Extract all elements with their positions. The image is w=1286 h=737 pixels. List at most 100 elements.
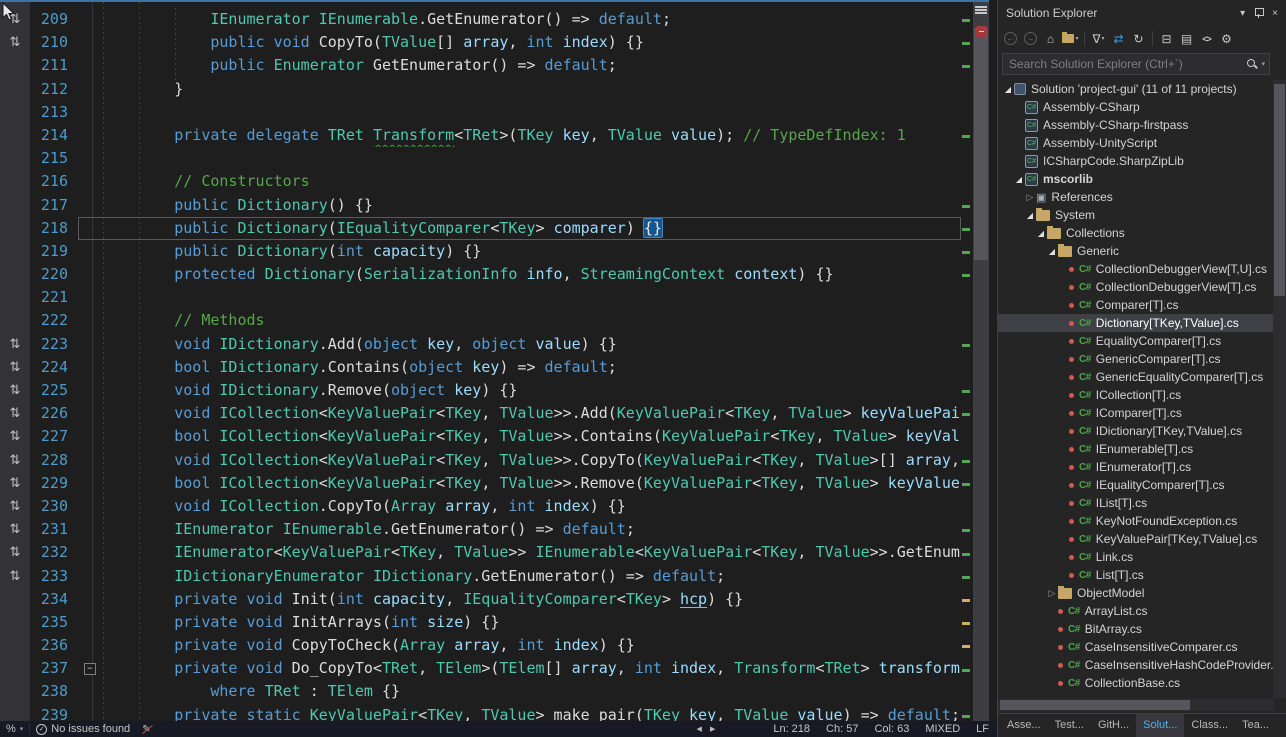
code-line-230[interactable]: ⇅230 void ICollection.CopyTo(Array array… xyxy=(0,495,989,518)
view-code-icon[interactable]: <> xyxy=(1198,30,1215,48)
override-arrows-icon[interactable]: ⇅ xyxy=(0,472,30,495)
tree-item[interactable]: C#Assembly-CSharp xyxy=(998,98,1274,116)
tree-item[interactable]: C#List[T].cs xyxy=(998,566,1274,584)
code-line-209[interactable]: ⇅209 IEnumerator IEnumerable.GetEnumerat… xyxy=(0,8,989,31)
code-line-213[interactable]: 213 xyxy=(0,101,989,124)
tree-item[interactable]: C#IComparer[T].cs xyxy=(998,404,1274,422)
tree-item[interactable]: C#Comparer[T].cs xyxy=(998,296,1274,314)
code-line-211[interactable]: 211 public Enumerator GetEnumerator() =>… xyxy=(0,54,989,77)
code-line-229[interactable]: ⇅229 bool ICollection<KeyValuePair<TKey,… xyxy=(0,472,989,495)
code-line-215[interactable]: 215 xyxy=(0,147,989,170)
code-line-216[interactable]: 216 // Constructors xyxy=(0,170,989,193)
override-arrows-icon[interactable]: ⇅ xyxy=(0,402,30,425)
back-icon[interactable]: ← xyxy=(1002,30,1019,48)
chevron-down-icon[interactable]: ▾ xyxy=(1240,8,1245,19)
expander-expanded-icon[interactable]: ◢ xyxy=(1013,175,1025,184)
code-line-236[interactable]: 236 private void CopyToCheck(Array array… xyxy=(0,634,989,657)
tree-item[interactable]: C#Dictionary[TKey,TValue].cs xyxy=(998,314,1274,332)
zoom-control[interactable]: % ▾ xyxy=(0,721,29,737)
editor-split-grip-icon[interactable] xyxy=(975,6,987,16)
tree-item[interactable]: C#CollectionDebuggerView[T].cs xyxy=(998,278,1274,296)
sync-active-document-icon[interactable]: ⇄ xyxy=(1110,30,1127,48)
expander-expanded-icon[interactable]: ◢ xyxy=(1024,211,1036,220)
override-arrows-icon[interactable]: ⇅ xyxy=(0,356,30,379)
tool-window-tab-6[interactable]: Tea... xyxy=(1235,714,1276,737)
edit-tracking-control[interactable]: ✎ xyxy=(136,721,156,737)
code-line-233[interactable]: ⇅233 IDictionaryEnumerator IDictionary.G… xyxy=(0,565,989,588)
code-line-210[interactable]: ⇅210 public void CopyTo(TValue[] array, … xyxy=(0,31,989,54)
code-line-226[interactable]: ⇅226 void ICollection<KeyValuePair<TKey,… xyxy=(0,402,989,425)
code-line-212[interactable]: 212 } xyxy=(0,78,989,101)
properties-icon[interactable]: ⚙ xyxy=(1218,30,1235,48)
eol-indicator[interactable]: LF xyxy=(976,723,989,735)
tree-item[interactable]: C#Assembly-CSharp-firstpass xyxy=(998,116,1274,134)
tool-window-tab-3[interactable]: GitH... xyxy=(1091,714,1136,737)
tree-item[interactable]: C#Link.cs xyxy=(998,548,1274,566)
scrollbar-thumb[interactable] xyxy=(1274,84,1285,296)
fold-collapse-icon[interactable]: − xyxy=(84,663,96,675)
override-arrows-icon[interactable]: ⇅ xyxy=(0,541,30,564)
panel-title-bar[interactable]: Solution Explorer ▾× xyxy=(998,0,1286,26)
tool-window-tab-5[interactable]: Class... xyxy=(1184,714,1235,737)
character-indicator[interactable]: Ch: 57 xyxy=(826,723,858,735)
status-nav-arrows[interactable]: ◀▶ xyxy=(697,725,716,733)
code-line-227[interactable]: ⇅227 bool ICollection<KeyValuePair<TKey,… xyxy=(0,425,989,448)
code-line-225[interactable]: ⇅225 void IDictionary.Remove(object key)… xyxy=(0,379,989,402)
document-health-indicator[interactable] xyxy=(976,26,987,37)
code-line-234[interactable]: 234 private void Init(int capacity, IEqu… xyxy=(0,588,989,611)
search-input[interactable] xyxy=(1003,57,1243,71)
code-line-232[interactable]: ⇅232 IEnumerator<KeyValuePair<TKey, TVal… xyxy=(0,541,989,564)
fold-margin[interactable]: − xyxy=(78,657,102,680)
code-line-224[interactable]: ⇅224 bool IDictionary.Contains(object ke… xyxy=(0,356,989,379)
tree-horizontal-scrollbar[interactable] xyxy=(998,699,1274,711)
override-arrows-icon[interactable]: ⇅ xyxy=(0,333,30,356)
home-icon[interactable]: ⌂ xyxy=(1042,30,1059,48)
code-line-228[interactable]: ⇅228 void ICollection<KeyValuePair<TKey,… xyxy=(0,449,989,472)
expander-expanded-icon[interactable]: ◢ xyxy=(1035,229,1047,238)
tree-item[interactable]: C#IEnumerator[T].cs xyxy=(998,458,1274,476)
code-line-218[interactable]: 218 public Dictionary(IEqualityComparer<… xyxy=(0,217,989,240)
tree-item[interactable]: C#ICollection[T].cs xyxy=(998,386,1274,404)
code-line-239[interactable]: 239 private static KeyValuePair<TKey, TV… xyxy=(0,704,989,721)
tree-item[interactable]: ◢System xyxy=(998,206,1274,224)
expander-collapsed-icon[interactable]: ▷ xyxy=(1046,588,1058,599)
tree-item[interactable]: C#CollectionBase.cs xyxy=(998,674,1274,692)
code-line-222[interactable]: 222 // Methods xyxy=(0,309,989,332)
tree-item[interactable]: C#IEnumerable[T].cs xyxy=(998,440,1274,458)
tree-item[interactable]: C#IList[T].cs xyxy=(998,494,1274,512)
tree-item[interactable]: C#EqualityComparer[T].cs xyxy=(998,332,1274,350)
collapse-all-icon[interactable]: ⊟ xyxy=(1158,30,1175,48)
tree-item[interactable]: ◢Generic xyxy=(998,242,1274,260)
code-editor[interactable]: ⇅209 IEnumerator IEnumerable.GetEnumerat… xyxy=(0,0,989,721)
tool-window-tab-1[interactable]: Asse... xyxy=(1000,714,1048,737)
line-indicator[interactable]: Ln: 218 xyxy=(773,723,810,735)
tree-item[interactable]: ◢Collections xyxy=(998,224,1274,242)
tree-item[interactable]: ▷ObjectModel xyxy=(998,584,1274,602)
override-arrows-icon[interactable]: ⇅ xyxy=(0,425,30,448)
search-box[interactable]: ▾ xyxy=(1002,53,1270,75)
tree-item[interactable]: C#CaseInsensitiveHashCodeProvider.cs xyxy=(998,656,1274,674)
expander-expanded-icon[interactable]: ◢ xyxy=(1002,85,1014,94)
override-arrows-icon[interactable]: ⇅ xyxy=(0,495,30,518)
override-arrows-icon[interactable]: ⇅ xyxy=(0,565,30,588)
tree-item[interactable]: ◢Solution 'project-gui' (11 of 11 projec… xyxy=(998,80,1274,98)
filter-icon[interactable]: ∇▾ xyxy=(1090,30,1107,48)
tree-item[interactable]: C#KeyValuePair[TKey,TValue].cs xyxy=(998,530,1274,548)
code-line-220[interactable]: 220 protected Dictionary(SerializationIn… xyxy=(0,263,989,286)
code-line-221[interactable]: 221 xyxy=(0,286,989,309)
switch-views-icon[interactable]: ▾ xyxy=(1062,30,1079,48)
encoding-indicator[interactable]: MIXED xyxy=(925,723,960,735)
tree-item[interactable]: ▷▣References xyxy=(998,188,1274,206)
code-line-214[interactable]: 214 private delegate TRet Transform<TRet… xyxy=(0,124,989,147)
tree-item[interactable]: C#ArrayList.cs xyxy=(998,602,1274,620)
code-line-237[interactable]: 237− private void Do_CopyTo<TRet, TElem>… xyxy=(0,657,989,680)
tree-item[interactable]: C#ICSharpCode.SharpZipLib xyxy=(998,152,1274,170)
code-line-219[interactable]: 219 public Dictionary(int capacity) {} xyxy=(0,240,989,263)
tree-item[interactable]: C#IDictionary[TKey,TValue].cs xyxy=(998,422,1274,440)
tree-item[interactable]: C#CaseInsensitiveComparer.cs xyxy=(998,638,1274,656)
tree-item[interactable]: C#GenericComparer[T].cs xyxy=(998,350,1274,368)
code-line-235[interactable]: 235 private void InitArrays(int size) {} xyxy=(0,611,989,634)
refresh-icon[interactable]: ↻ xyxy=(1130,30,1147,48)
search-icon[interactable] xyxy=(1246,58,1258,70)
override-arrows-icon[interactable]: ⇅ xyxy=(0,518,30,541)
